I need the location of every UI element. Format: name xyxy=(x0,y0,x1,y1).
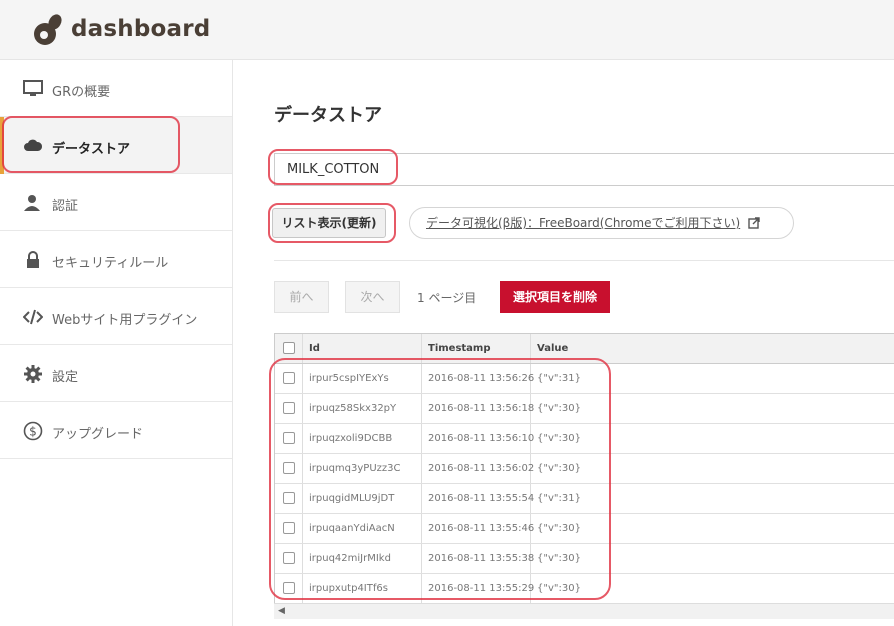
code-icon xyxy=(23,309,43,325)
table-row[interactable]: irpuqaanYdiAacN 2016-08-11 13:55:46 {"v":3… xyxy=(275,514,894,544)
freeboard-link[interactable]: データ可視化(β版)：FreeBoard(Chromeでご利用下さい) xyxy=(409,207,794,239)
cell-id: irpuqaanYdiAacN xyxy=(303,514,422,543)
cell-id: irpuqz58Skx32pY xyxy=(303,394,422,423)
cell-id: irpuq42miJrMIkd xyxy=(303,544,422,573)
row-check-cell xyxy=(275,574,303,603)
cell-value: {"v":30} xyxy=(537,403,581,414)
cell-value: {"v":30} xyxy=(537,553,581,564)
table-row[interactable]: irpuqgidMLU9jDT 2016-08-11 13:55:54 {"v":3… xyxy=(275,484,894,514)
page-indicator: 1 ページ目 xyxy=(417,291,477,305)
sidebar-item-label: Webサイト用プラグイン xyxy=(52,313,198,328)
sidebar-item-label: セキュリティルール xyxy=(52,256,169,271)
sidebar-item-settings[interactable]: 設定 xyxy=(0,345,232,402)
datastore-table: Id Timestamp Value irpur5cspIYExYs 2016-0… xyxy=(274,333,894,619)
cell-timestamp: 2016-08-11 13:55:54 xyxy=(422,484,534,513)
sidebar-item-upgrade[interactable]: $ アップグレード xyxy=(0,402,232,459)
cell-value: {"v":30} xyxy=(537,433,581,444)
table-row[interactable]: irpuqmq3yPUzz3C 2016-08-11 13:56:02 {"v":3… xyxy=(275,454,894,484)
sidebar-item-auth[interactable]: 認証 xyxy=(0,174,232,231)
logo-icon xyxy=(34,14,62,45)
cell-timestamp: 2016-08-11 13:55:38 xyxy=(422,544,534,573)
divider xyxy=(274,260,894,261)
next-page-button[interactable]: 次へ xyxy=(345,281,400,313)
cell-timestamp: 2016-08-11 13:56:18 xyxy=(422,394,534,423)
sidebar-item-overview[interactable]: GRの概要 xyxy=(0,60,232,117)
logo-text: dashboard xyxy=(71,16,211,42)
row-check-cell xyxy=(275,364,303,393)
page-title: データストア xyxy=(274,105,382,126)
top-header: dashboard xyxy=(0,0,894,60)
sidebar: GRの概要 データストア 認証 セキュリティルール Webサイト用プラグイン 設… xyxy=(0,60,233,626)
row-check-cell xyxy=(275,394,303,423)
prev-page-button[interactable]: 前へ xyxy=(274,281,329,313)
table-row[interactable]: irpuq42miJrMIkd 2016-08-11 13:55:38 {"v":3… xyxy=(275,544,894,574)
row-checkbox[interactable] xyxy=(283,372,295,384)
sidebar-item-label: 認証 xyxy=(52,199,79,214)
select-all-checkbox[interactable] xyxy=(283,342,295,354)
lock-icon xyxy=(27,251,39,268)
row-checkbox[interactable] xyxy=(283,552,295,564)
external-link-icon xyxy=(748,217,760,229)
user-icon xyxy=(24,195,40,211)
cell-value: {"v":30} xyxy=(537,463,581,474)
datastore-name-input[interactable] xyxy=(274,153,894,186)
sidebar-item-security[interactable]: セキュリティルール xyxy=(0,231,232,288)
cell-timestamp: 2016-08-11 13:56:10 xyxy=(422,424,534,453)
row-check-cell xyxy=(275,424,303,453)
sidebar-item-label: 設定 xyxy=(52,370,79,385)
sidebar-item-label: アップグレード xyxy=(52,427,144,442)
sidebar-item-label: データストア xyxy=(52,142,131,157)
cell-id: irpuqgidMLU9jDT xyxy=(303,484,422,513)
header-check-cell xyxy=(275,334,303,363)
column-header-timestamp[interactable]: Timestamp xyxy=(422,334,531,363)
row-checkbox[interactable] xyxy=(283,492,295,504)
monitor-icon xyxy=(23,80,43,96)
gear-icon xyxy=(24,365,42,383)
sidebar-item-plugin[interactable]: Webサイト用プラグイン xyxy=(0,288,232,345)
cell-id: irpuqmq3yPUzz3C xyxy=(303,454,422,483)
freeboard-link-label: データ可視化(β版)：FreeBoard(Chromeでご利用下さい) xyxy=(426,216,741,230)
row-check-cell xyxy=(275,484,303,513)
table-row[interactable]: irpuqz58Skx32pY 2016-08-11 13:56:18 {"v":3… xyxy=(275,394,894,424)
cell-id: irpur5cspIYExYs xyxy=(303,364,422,393)
table-row[interactable]: irpupxutp4ITf6s 2016-08-11 13:55:29 {"v":3… xyxy=(275,574,894,604)
sidebar-item-datastore[interactable]: データストア xyxy=(0,117,232,174)
row-check-cell xyxy=(275,454,303,483)
cloud-icon xyxy=(24,139,43,151)
cell-id: irpupxutp4ITf6s xyxy=(303,574,422,603)
row-checkbox[interactable] xyxy=(283,582,295,594)
row-checkbox[interactable] xyxy=(283,432,295,444)
active-indicator xyxy=(0,117,4,174)
row-checkbox[interactable] xyxy=(283,402,295,414)
horizontal-scrollbar[interactable]: ◀ xyxy=(274,603,894,619)
cell-value: {"v":30} xyxy=(537,523,581,534)
cell-value: {"v":30} xyxy=(537,583,581,594)
row-check-cell xyxy=(275,514,303,543)
cell-timestamp: 2016-08-11 13:55:46 xyxy=(422,514,534,543)
row-checkbox[interactable] xyxy=(283,462,295,474)
column-header-value[interactable]: Value xyxy=(531,334,894,363)
cell-value: {"v":31} xyxy=(537,493,581,504)
table-header: Id Timestamp Value xyxy=(275,334,894,364)
table-row[interactable]: irpuqzxoli9DCBB 2016-08-11 13:56:10 {"v":3… xyxy=(275,424,894,454)
table-row[interactable]: irpur5cspIYExYs 2016-08-11 13:56:26 {"v":3… xyxy=(275,364,894,394)
list-refresh-button[interactable]: リスト表示(更新) xyxy=(272,208,386,238)
row-checkbox[interactable] xyxy=(283,522,295,534)
cell-value: {"v":31} xyxy=(537,373,581,384)
row-check-cell xyxy=(275,544,303,573)
dollar-icon: $ xyxy=(23,421,43,441)
cell-timestamp: 2016-08-11 13:55:29 xyxy=(422,574,534,603)
column-header-id[interactable]: Id xyxy=(303,334,422,363)
main-content: データストア リスト表示(更新) データ可視化(β版)：FreeBoard(Ch… xyxy=(234,60,894,626)
cell-timestamp: 2016-08-11 13:56:26 xyxy=(422,364,534,393)
cell-id: irpuqzxoli9DCBB xyxy=(303,424,422,453)
cell-timestamp: 2016-08-11 13:56:02 xyxy=(422,454,534,483)
delete-selected-button[interactable]: 選択項目を削除 xyxy=(500,281,610,313)
svg-text:$: $ xyxy=(29,425,37,439)
sidebar-item-label: GRの概要 xyxy=(52,85,111,100)
scroll-left-icon[interactable]: ◀ xyxy=(278,606,285,616)
